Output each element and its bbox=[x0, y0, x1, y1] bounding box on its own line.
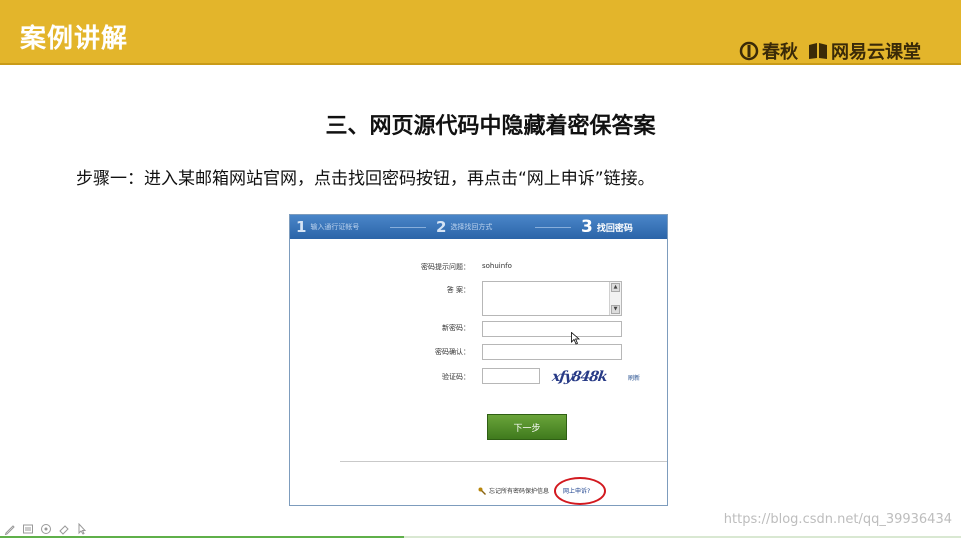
brand-right-text: 网易云课堂 bbox=[831, 42, 921, 63]
header-title: 案例讲解 bbox=[20, 24, 129, 54]
captcha-image: xfy848k bbox=[551, 369, 608, 385]
confirm-password-input[interactable] bbox=[482, 344, 622, 360]
step-connector bbox=[390, 227, 426, 228]
book-icon bbox=[809, 43, 827, 59]
brand-left-text: 春秋 bbox=[762, 42, 798, 63]
netease-logo: 网易云课堂 bbox=[808, 38, 921, 64]
step-2-number: 2 bbox=[436, 218, 447, 236]
pointer-icon[interactable] bbox=[76, 520, 88, 535]
new-password-label: 新密码： bbox=[442, 324, 470, 332]
pen-icon[interactable] bbox=[4, 520, 16, 536]
slide-header: 案例讲解 春秋 网易云课堂 bbox=[0, 0, 961, 65]
scroll-up-icon[interactable]: ▲ bbox=[611, 283, 620, 292]
mouse-cursor-icon bbox=[571, 332, 580, 345]
forgot-info: 忘记所有密码保护信息 bbox=[478, 486, 549, 495]
refresh-link[interactable]: 刷新 bbox=[628, 373, 640, 382]
eraser-icon[interactable] bbox=[58, 520, 70, 535]
view-icon[interactable] bbox=[40, 520, 52, 534]
hint-question-label: 密码提示问题： bbox=[421, 263, 470, 271]
scroll-down-icon[interactable]: ▼ bbox=[611, 305, 620, 314]
new-password-input[interactable] bbox=[482, 321, 622, 337]
key-icon bbox=[478, 487, 486, 495]
hint-question-value: sohuinfo bbox=[482, 262, 512, 270]
divider bbox=[340, 461, 667, 462]
brand-logos: 春秋 网易云课堂 bbox=[739, 38, 921, 64]
forgot-text: 忘记所有密码保护信息 bbox=[489, 488, 550, 495]
step-1: 1 输入通行证帐号 bbox=[296, 215, 359, 239]
steps-bar: 1 输入通行证帐号 2 选择找回方式 3 找回密码 bbox=[290, 215, 667, 239]
step-text: 步骤一：进入某邮箱网站官网，点击找回密码按钮，再点击“网上申诉”链接。 bbox=[76, 169, 655, 189]
answer-label: 答 案： bbox=[446, 286, 470, 294]
chunqiu-logo: 春秋 bbox=[739, 38, 798, 64]
embedded-screenshot: 1 输入通行证帐号 2 选择找回方式 3 找回密码 密码提示问题： sohuin… bbox=[289, 214, 668, 506]
watermark: https://blog.csdn.net/qq_39936434 bbox=[723, 512, 952, 527]
step-2: 2 选择找回方式 bbox=[436, 215, 492, 239]
step-3-number: 3 bbox=[581, 217, 593, 237]
answer-textarea[interactable]: ▲ ▼ bbox=[482, 281, 622, 316]
next-step-button[interactable]: 下一步 bbox=[487, 414, 567, 440]
chunqiu-icon bbox=[739, 41, 759, 61]
presentation-toolbar bbox=[4, 520, 88, 536]
slides-icon[interactable] bbox=[22, 520, 34, 534]
confirm-password-label: 密码确认： bbox=[435, 348, 470, 356]
step-2-label: 选择找回方式 bbox=[450, 223, 493, 231]
slide-title: 三、网页源代码中隐藏着密保答案 bbox=[325, 114, 656, 139]
captcha-label: 验证码： bbox=[442, 373, 470, 381]
highlight-circle bbox=[554, 477, 606, 505]
step-3: 3 找回密码 bbox=[581, 215, 633, 239]
step-connector bbox=[535, 227, 571, 228]
answer-scrollbar[interactable]: ▲ ▼ bbox=[609, 282, 621, 315]
step-3-label: 找回密码 bbox=[596, 223, 633, 234]
captcha-input[interactable] bbox=[482, 368, 540, 384]
step-1-label: 输入通行证帐号 bbox=[310, 223, 360, 231]
step-1-number: 1 bbox=[296, 218, 307, 236]
